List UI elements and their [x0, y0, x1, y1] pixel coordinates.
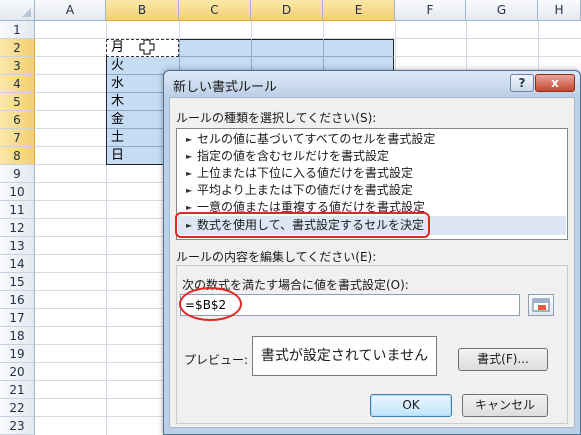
row-header-23[interactable]: 23 [0, 417, 35, 435]
rule-type-label: 指定の値を含むセルだけを書式設定 [197, 149, 390, 163]
row-header-12[interactable]: 12 [0, 219, 35, 237]
column-header-f[interactable]: F [395, 0, 466, 21]
rule-type-item[interactable]: ► 平均より上または下の値だけを書式設定 [178, 182, 566, 199]
row-header-1[interactable]: 1 [0, 21, 35, 39]
triangle-right-icon: ► [186, 135, 193, 144]
row-header-14[interactable]: 14 [0, 255, 35, 273]
cell-b8[interactable]: 日 [107, 147, 124, 165]
column-header-c[interactable]: C [179, 0, 251, 21]
row-header-6[interactable]: 6 [0, 111, 35, 129]
rule-type-item[interactable]: ► 指定の値を含むセルだけを書式設定 [178, 148, 566, 165]
row-header-10[interactable]: 10 [0, 183, 35, 201]
rule-type-label: 上位または下位に入る値だけを書式設定 [197, 166, 414, 180]
row-header-9[interactable]: 9 [0, 165, 35, 183]
cell-b2[interactable]: 月 [107, 39, 124, 57]
row-header-21[interactable]: 21 [0, 381, 35, 399]
highlight-annotation [175, 212, 430, 238]
row-header-15[interactable]: 15 [0, 273, 35, 291]
row-header-5[interactable]: 5 [0, 93, 35, 111]
row-header-4[interactable]: 4 [0, 75, 35, 93]
row-header-2[interactable]: 2 [0, 39, 35, 57]
dialog-body: ルールの種類を選択してください(S): ► セルの値に基づいてすべてのセルを書式… [169, 97, 575, 428]
select-rule-type-label: ルールの種類を選択してください(S): [176, 111, 377, 125]
row-header-19[interactable]: 19 [0, 345, 35, 363]
help-button[interactable]: ? [510, 74, 534, 92]
row-header-11[interactable]: 11 [0, 201, 35, 219]
rule-type-label: セルの値に基づいてすべてのセルを書式設定 [197, 132, 436, 146]
cell-b3[interactable]: 火 [107, 57, 124, 75]
select-all-corner[interactable] [0, 0, 35, 21]
collapse-dialog-icon [532, 298, 550, 312]
row-header-3[interactable]: 3 [0, 57, 35, 75]
rule-type-label: 平均より上または下の値だけを書式設定 [197, 183, 413, 197]
close-button[interactable]: x [535, 74, 575, 92]
column-header-e[interactable]: E [323, 0, 395, 21]
edit-rule-label: ルールの内容を編集してください(E): [176, 250, 377, 264]
column-header-h[interactable]: H [538, 0, 581, 21]
cancel-button[interactable]: キャンセル [462, 394, 548, 417]
dialog-titlebar[interactable]: 新しい書式ルール ? x [164, 71, 580, 97]
rule-type-item[interactable]: ► セルの値に基づいてすべてのセルを書式設定 [178, 131, 566, 148]
row-header-7[interactable]: 7 [0, 129, 35, 147]
triangle-right-icon: ► [186, 152, 193, 161]
row-header-17[interactable]: 17 [0, 309, 35, 327]
ok-button[interactable]: OK [370, 394, 452, 417]
row-header-18[interactable]: 18 [0, 327, 35, 345]
dialog-title: 新しい書式ルール [173, 80, 278, 95]
cell-b6[interactable]: 金 [107, 111, 124, 129]
cell-b4[interactable]: 水 [107, 75, 124, 93]
row-header-13[interactable]: 13 [0, 237, 35, 255]
new-format-rule-dialog: 新しい書式ルール ? x ルールの種類を選択してください(S): ► セルの値に… [163, 70, 581, 435]
format-button[interactable]: 書式(F)... [458, 348, 548, 371]
rule-type-item[interactable]: ► 上位または下位に入る値だけを書式設定 [178, 165, 566, 182]
column-header-b[interactable]: B [106, 0, 179, 21]
cross-cursor-icon [139, 39, 155, 55]
range-select-button[interactable] [528, 294, 554, 316]
row-header-8[interactable]: 8 [0, 147, 35, 165]
format-preview: 書式が設定されていません [252, 336, 437, 376]
row-header-22[interactable]: 22 [0, 399, 35, 417]
column-header-d[interactable]: D [251, 0, 323, 21]
cell-b5[interactable]: 木 [107, 93, 124, 111]
row-header-20[interactable]: 20 [0, 363, 35, 381]
cell-b7[interactable]: 土 [107, 129, 124, 147]
triangle-right-icon: ► [186, 169, 193, 178]
column-header-a[interactable]: A [35, 0, 106, 21]
triangle-right-icon: ► [186, 186, 193, 195]
preview-label: プレビュー: [184, 353, 249, 367]
column-header-g[interactable]: G [466, 0, 538, 21]
highlight-annotation [179, 287, 242, 321]
row-header-16[interactable]: 16 [0, 291, 35, 309]
